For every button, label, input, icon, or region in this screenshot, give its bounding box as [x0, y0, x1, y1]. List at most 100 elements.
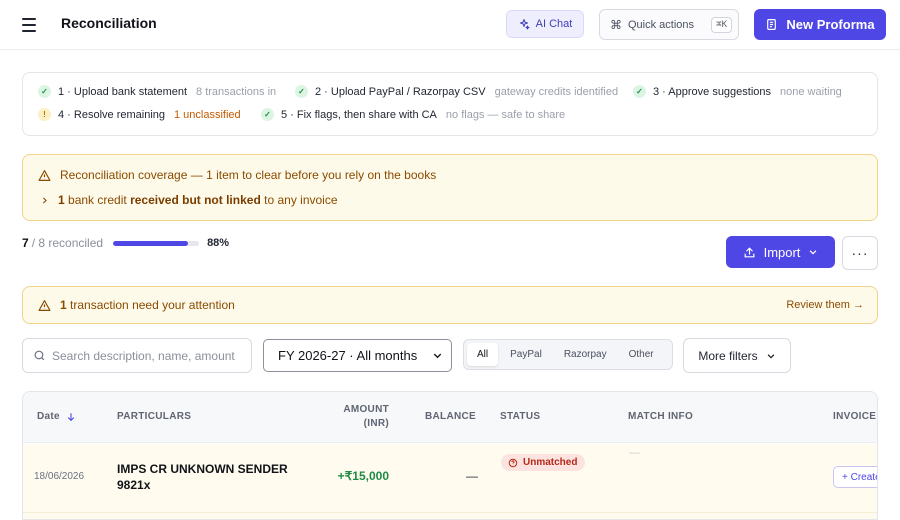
chevron-down-icon [767, 353, 775, 359]
column-balance: BALANCE [425, 411, 476, 422]
step-note: 8 transactions in [196, 85, 277, 98]
more-filters-button[interactable]: More filters [683, 338, 791, 373]
chevron-right-icon [42, 196, 47, 204]
row-date: 18/06/2026 [34, 471, 85, 482]
hamburger-menu-icon[interactable] [22, 15, 42, 35]
new-proforma-label: New Proforma [786, 17, 875, 32]
step-upload-gateway[interactable]: ✓ 2 · Upload PayPal / Razorpay CSV gatew… [295, 85, 618, 98]
column-status: STATUS [500, 411, 541, 422]
column-particulars: PARTICULARS [117, 411, 192, 422]
step-label: 1 · Upload bank statement [58, 85, 188, 98]
step-label: 2 · Upload PayPal / Razorpay CSV [315, 85, 486, 98]
fiscal-year-select[interactable]: FY 2026-27 · All months [263, 339, 452, 372]
warning-triangle-icon [38, 169, 51, 181]
table-row-next [23, 512, 877, 519]
exclamation-icon: ! [38, 108, 51, 121]
step-note: 1 unclassified [174, 108, 241, 121]
search-input[interactable] [52, 348, 248, 363]
row-particulars-line2: 9821x [117, 478, 151, 492]
review-them-link[interactable]: Review them → [786, 299, 864, 311]
step-note: gateway credits identified [494, 85, 619, 98]
step-label: 5 · Fix flags, then share with CA [281, 108, 437, 121]
create-invoice-button[interactable]: + Create [833, 466, 877, 488]
document-icon [767, 19, 777, 30]
command-icon: ⌘ [610, 17, 622, 32]
attention-description: transaction need your attention [70, 298, 235, 312]
attention-message: 1 transaction need your attention [38, 298, 235, 312]
ai-chat-button[interactable]: AI Chat [506, 10, 584, 38]
row-particulars: IMPS CR UNKNOWN SENDER 9821x [117, 461, 288, 493]
row-amount: +₹15,000 [337, 469, 389, 483]
reconciled-count: 7 [22, 236, 29, 250]
column-date[interactable]: Date [37, 411, 76, 422]
column-date-label: Date [37, 411, 60, 422]
row-balance: — [466, 469, 478, 483]
step-upload-bank[interactable]: ✓ 1 · Upload bank statement 8 transactio… [38, 85, 276, 98]
warning-triangle-icon [38, 299, 51, 311]
segment-all[interactable]: All [467, 343, 499, 366]
more-options-button[interactable]: ··· [842, 236, 878, 270]
coverage-count: 1 [58, 193, 65, 207]
import-button[interactable]: Import [726, 236, 835, 268]
segment-razorpay[interactable]: Razorpay [554, 343, 617, 366]
step-resolve-remaining[interactable]: ! 4 · Resolve remaining 1 unclassified [38, 108, 241, 121]
ai-chat-label: AI Chat [535, 18, 573, 30]
row-match-info: — [629, 447, 640, 459]
progress-percent: 88% [207, 237, 230, 249]
attention-text: 1 transaction need your attention [60, 298, 235, 312]
import-label: Import [763, 244, 801, 260]
top-bar: Reconciliation AI Chat ⌘ Quick actions ⌘… [0, 0, 900, 50]
step-fix-flags[interactable]: ✓ 5 · Fix flags, then share with CA no f… [261, 108, 565, 121]
status-badge: Unmatched [501, 454, 586, 471]
check-icon: ✓ [38, 85, 51, 98]
search-icon [34, 350, 45, 361]
progress-bar-fill [113, 240, 189, 246]
coverage-banner: Reconciliation coverage — 1 item to clea… [22, 154, 878, 221]
sparkle-icon [519, 19, 530, 30]
reconciled-total: / 8 reconciled [31, 236, 104, 250]
chevron-down-icon [810, 250, 817, 255]
fiscal-year-value: FY 2026-27 · All months [278, 348, 418, 363]
transactions-table: Date PARTICULARS AMOUNT (INR) BALANCE ST… [22, 391, 878, 520]
column-amount-line2: (INR) [363, 418, 389, 429]
column-amount: AMOUNT (INR) [323, 403, 389, 431]
arrow-down-icon [67, 412, 74, 421]
chevron-down-icon [433, 353, 442, 359]
check-icon: ✓ [261, 108, 274, 121]
coverage-item[interactable]: 1 bank credit received but not linked to… [40, 193, 338, 207]
reconciled-progress: 7 / 8 reconciled 88% [22, 236, 229, 250]
new-proforma-button[interactable]: New Proforma [754, 9, 886, 40]
step-label: 4 · Resolve remaining [58, 108, 165, 121]
column-amount-line1: AMOUNT [343, 404, 389, 415]
segment-other[interactable]: Other [619, 343, 664, 366]
reconciliation-steps: ✓ 1 · Upload bank statement 8 transactio… [22, 72, 878, 136]
search-box [22, 338, 252, 373]
quick-actions-button[interactable]: ⌘ Quick actions ⌘K [599, 9, 739, 40]
step-approve-suggestions[interactable]: ✓ 3 · Approve suggestions none waiting [633, 85, 842, 98]
help-circle-icon [508, 458, 518, 467]
coverage-title-text: Reconciliation coverage — 1 item to clea… [60, 168, 437, 182]
step-note: no flags — safe to share [445, 108, 566, 121]
upload-icon [744, 246, 755, 257]
more-filters-label: More filters [698, 348, 758, 363]
column-invoice: INVOICE [833, 411, 877, 422]
table-header: Date PARTICULARS AMOUNT (INR) BALANCE ST… [23, 392, 877, 443]
step-label: 3 · Approve suggestions [653, 85, 772, 98]
attention-banner: 1 transaction need your attention Review… [22, 286, 878, 324]
quick-actions-label: Quick actions [628, 18, 695, 31]
segment-paypal[interactable]: PayPal [500, 343, 552, 366]
progress-bar [113, 240, 200, 246]
step-note: none waiting [780, 85, 842, 98]
table-row[interactable]: 18/06/2026 IMPS CR UNKNOWN SENDER 9821x … [23, 444, 877, 512]
keyboard-shortcut: ⌘K [711, 16, 732, 33]
status-badge-text: Unmatched [523, 457, 578, 468]
page-title: Reconciliation [61, 15, 157, 31]
check-icon: ✓ [295, 85, 308, 98]
source-segmented-control: All PayPal Razorpay Other [463, 339, 673, 370]
coverage-text-bold: received but not linked [130, 193, 261, 207]
column-match-info: MATCH INFO [628, 411, 694, 422]
coverage-item-text: 1 bank credit received but not linked to… [58, 193, 338, 207]
coverage-text-after: to any invoice [264, 193, 338, 207]
row-status: Unmatched [501, 454, 586, 471]
coverage-text-before: bank credit [68, 193, 127, 207]
